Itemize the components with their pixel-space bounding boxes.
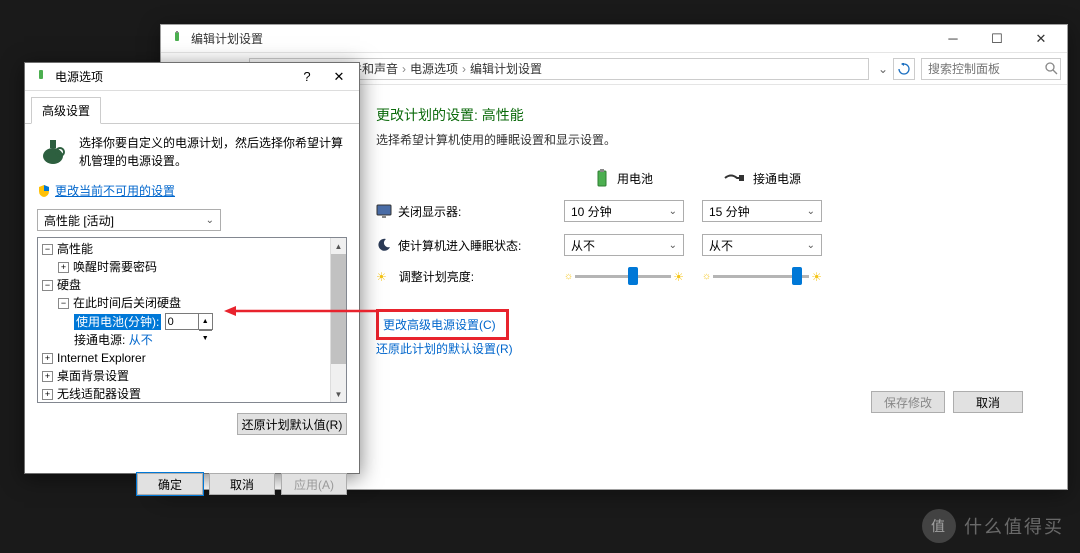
column-header-plugged: 接通电源 (702, 170, 822, 187)
maximize-button[interactable]: ☐ (975, 25, 1019, 53)
tab-strip: 高级设置 (25, 91, 359, 124)
change-unavailable-link[interactable]: 更改当前不可用的设置 (55, 182, 175, 199)
tree-scrollbar[interactable]: ▲ ▼ (330, 238, 346, 402)
refresh-button[interactable] (893, 58, 915, 80)
sun-large-icon: ☀ (811, 270, 822, 284)
apply-button[interactable]: 应用(A) (281, 473, 347, 495)
display-off-plugged-select[interactable]: 15 分钟⌄ (702, 200, 822, 222)
watermark-logo: 值 (922, 509, 956, 543)
battery-icon (595, 168, 609, 188)
tree-node-plugged[interactable]: 接通电源: 从不 (74, 332, 153, 348)
restore-defaults-link[interactable]: 还原此计划的默认设置(R) (376, 340, 513, 357)
row-brightness: ☀ 调整计划亮度: (376, 268, 546, 285)
restore-plan-defaults-button[interactable]: 还原计划默认值(R) (237, 413, 347, 435)
monitor-icon (376, 203, 392, 219)
page-subtitle: 选择希望计算机使用的睡眠设置和显示设置。 (376, 131, 1047, 148)
advanced-settings-highlight: 更改高级电源设置(C) (376, 309, 509, 340)
tree-node-wireless[interactable]: 无线适配器设置 (57, 386, 141, 402)
tree-node-hdd[interactable]: 硬盘 (57, 277, 81, 293)
plan-select[interactable]: 高性能 [活动]⌄ (37, 209, 221, 231)
refresh-icon (898, 63, 910, 75)
minimize-button[interactable]: ─ (931, 25, 975, 53)
brightness-battery-slider[interactable]: ☼ ☀ (564, 270, 684, 284)
battery-minutes-input[interactable] (165, 313, 199, 330)
scrollbar-thumb[interactable] (331, 254, 346, 364)
power-plan-large-icon (37, 134, 69, 166)
dialog-close-button[interactable]: ✕ (323, 64, 355, 90)
row-display-off: 关闭显示器: (376, 203, 546, 220)
watermark: 值 什么值得买 (922, 509, 1064, 543)
page-title: 更改计划的设置: 高性能 (376, 105, 1047, 125)
spin-down-icon[interactable]: ▼ (199, 331, 212, 347)
cancel-button[interactable]: 取消 (953, 391, 1023, 413)
display-off-battery-select[interactable]: 10 分钟⌄ (564, 200, 684, 222)
search-input[interactable] (921, 58, 1061, 80)
settings-tree[interactable]: −高性能 +唤醒时需要密码 −硬盘 −在此时间后关闭硬盘 使用电池(分钟): ▲… (37, 237, 347, 403)
advanced-settings-link[interactable]: 更改高级电源设置(C) (383, 316, 496, 333)
tree-collapse-icon[interactable]: − (42, 280, 53, 291)
sun-small-icon: ☼ (564, 271, 573, 282)
tree-node-battery-minutes[interactable]: 使用电池(分钟): (74, 314, 161, 330)
column-header-battery: 用电池 (564, 168, 684, 188)
close-button[interactable]: ✕ (1019, 25, 1063, 53)
tree-collapse-icon[interactable]: − (58, 298, 69, 309)
sun-small-icon: ☼ (702, 271, 711, 282)
tree-expand-icon[interactable]: + (42, 353, 53, 364)
dialog-description: 选择你要自定义的电源计划，然后选择你希望计算机管理的电源设置。 (79, 134, 347, 170)
plug-icon (723, 171, 745, 185)
tree-node-wake-password[interactable]: 唤醒时需要密码 (73, 259, 157, 275)
search-icon (1044, 61, 1058, 78)
row-sleep: 使计算机进入睡眠状态: (376, 237, 546, 254)
window-title: 编辑计划设置 (191, 30, 931, 47)
dialog-titlebar: 电源选项 ? ✕ (25, 63, 359, 91)
power-plan-icon (33, 69, 49, 85)
brightness-plugged-slider[interactable]: ☼ ☀ (702, 270, 822, 284)
tree-node-ie[interactable]: Internet Explorer (57, 350, 146, 366)
dialog-cancel-button[interactable]: 取消 (209, 473, 275, 495)
shield-icon (37, 184, 51, 198)
save-button[interactable]: 保存修改 (871, 391, 945, 413)
tree-collapse-icon[interactable]: − (42, 244, 53, 255)
breadcrumb-item[interactable]: 电源选项 (406, 60, 462, 77)
breadcrumb-item[interactable]: 编辑计划设置 (466, 60, 546, 77)
dialog-title: 电源选项 (55, 68, 291, 85)
titlebar: 编辑计划设置 ─ ☐ ✕ (161, 25, 1067, 53)
tree-expand-icon[interactable]: + (58, 262, 69, 273)
tree-node-plan[interactable]: 高性能 (57, 241, 93, 257)
tree-expand-icon[interactable]: + (42, 371, 53, 382)
ok-button[interactable]: 确定 (137, 473, 203, 495)
tree-expand-icon[interactable]: + (42, 389, 53, 400)
scroll-down-icon[interactable]: ▼ (331, 386, 346, 402)
spin-up-icon[interactable]: ▲ (199, 314, 212, 331)
sun-large-icon: ☀ (673, 270, 684, 284)
power-plan-icon (169, 31, 185, 47)
tab-advanced[interactable]: 高级设置 (31, 97, 101, 124)
sleep-plugged-select[interactable]: 从不⌄ (702, 234, 822, 256)
scroll-up-icon[interactable]: ▲ (331, 238, 346, 254)
help-button[interactable]: ? (291, 64, 323, 90)
power-options-dialog: 电源选项 ? ✕ 高级设置 选择你要自定义的电源计划，然后选择你希望计算机管理的… (24, 62, 360, 474)
address-dropdown[interactable]: ⌄ (875, 62, 891, 76)
minutes-spinner[interactable]: ▲▼ (199, 313, 213, 330)
sun-icon: ☀ (376, 270, 387, 284)
moon-icon (376, 237, 392, 253)
sleep-battery-select[interactable]: 从不⌄ (564, 234, 684, 256)
tree-node-hdd-off[interactable]: 在此时间后关闭硬盘 (73, 295, 181, 311)
tree-node-desktop-bg[interactable]: 桌面背景设置 (57, 368, 129, 384)
